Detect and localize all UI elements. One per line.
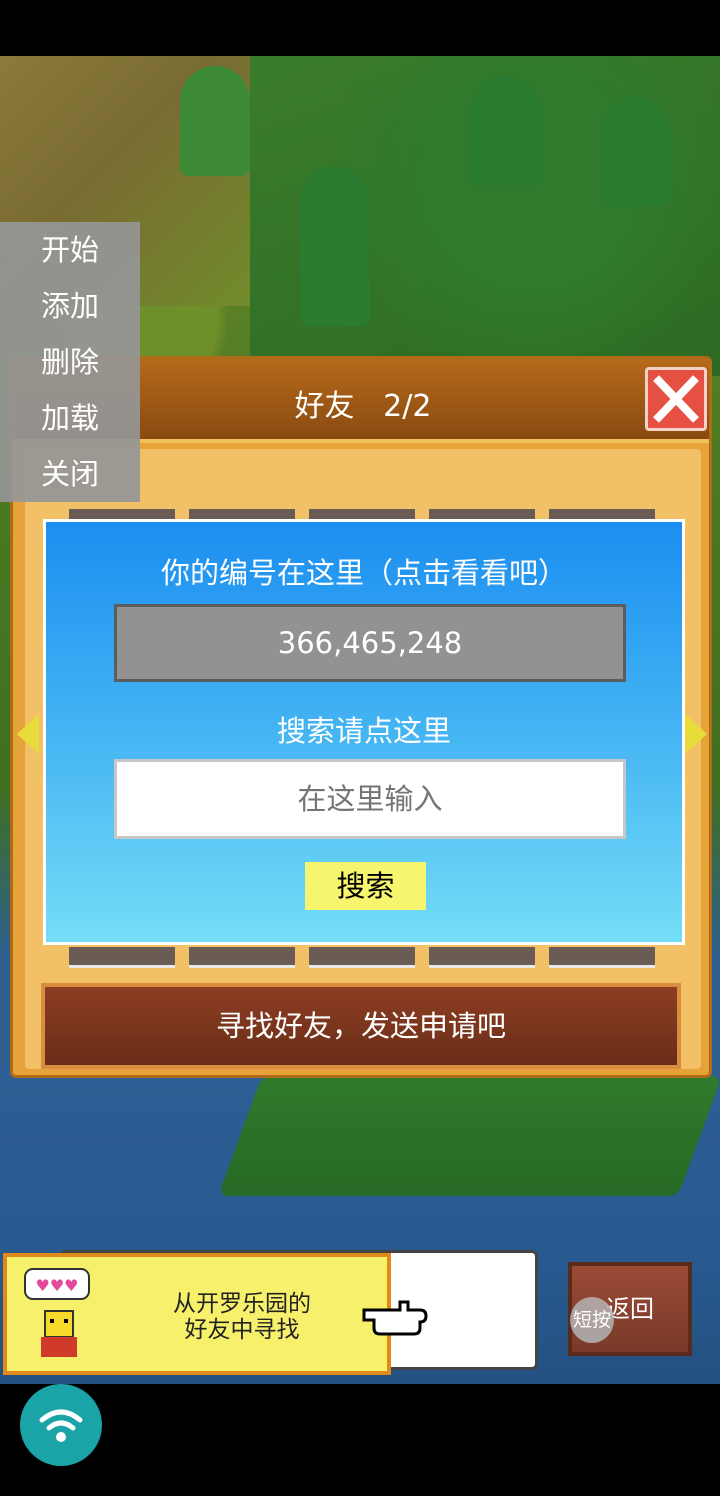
tab-slot[interactable]	[549, 947, 655, 968]
island-area	[218, 1076, 720, 1196]
status-bar	[0, 0, 720, 56]
tab-slot[interactable]	[309, 947, 415, 968]
pointing-hand-icon	[362, 1300, 428, 1336]
tab-slot[interactable]	[69, 947, 175, 968]
id-label[interactable]: 你的编号在这里（点击看看吧）	[46, 550, 682, 592]
find-friends-button[interactable]: 寻找好友，发送申请吧	[41, 983, 681, 1069]
navigation-bar	[0, 1384, 720, 1496]
svg-text:♥♥♥: ♥♥♥	[35, 1276, 78, 1295]
close-button[interactable]	[645, 367, 707, 431]
page-indicator: 2/2	[383, 389, 432, 424]
short-press-badge[interactable]: 短按	[570, 1297, 614, 1343]
banner-text: 从开罗乐园的 好友中寻找	[117, 1291, 367, 1343]
wifi-icon	[39, 1409, 83, 1442]
kairobot-mascot-icon: ♥♥♥	[24, 1268, 90, 1357]
menu-item-add[interactable]: 添加	[0, 278, 140, 334]
banner-text-line2: 好友中寻找	[184, 1317, 300, 1343]
search-button[interactable]: 搜索	[305, 862, 426, 910]
banner-text-line1: 从开罗乐园的	[173, 1291, 311, 1317]
dialog-title-text: 好友	[294, 389, 355, 424]
tree-icon	[470, 76, 540, 186]
tree-icon	[600, 96, 670, 206]
next-page-arrow-icon[interactable]	[685, 714, 707, 754]
search-label: 搜索请点这里	[276, 714, 451, 748]
menu-item-delete[interactable]: 删除	[0, 334, 140, 390]
friend-search-panel: 你的编号在这里（点击看看吧） 366,465,248 搜索请点这里 搜索	[43, 519, 685, 945]
close-icon	[653, 375, 699, 423]
tab-slot[interactable]	[189, 947, 295, 968]
menu-item-start[interactable]: 开始	[0, 222, 140, 278]
tab-slot[interactable]	[429, 947, 535, 968]
menu-item-close[interactable]: 关闭	[0, 446, 140, 502]
prev-page-arrow-icon[interactable]	[17, 714, 39, 754]
side-menu: 开始 添加 删除 加载 关闭	[0, 222, 140, 502]
tree-icon	[300, 166, 370, 326]
dialog-title: 好友 2/2	[253, 381, 473, 425]
kairo-friends-banner[interactable]: ♥♥♥ 从开罗乐园的 好友中寻找	[3, 1253, 391, 1375]
menu-item-load[interactable]: 加载	[0, 390, 140, 446]
tree-icon	[180, 66, 250, 176]
player-id-box[interactable]: 366,465,248	[114, 604, 626, 682]
search-input[interactable]	[114, 759, 626, 839]
tab-strip-bottom	[41, 947, 685, 969]
wifi-floating-button[interactable]	[20, 1384, 102, 1466]
